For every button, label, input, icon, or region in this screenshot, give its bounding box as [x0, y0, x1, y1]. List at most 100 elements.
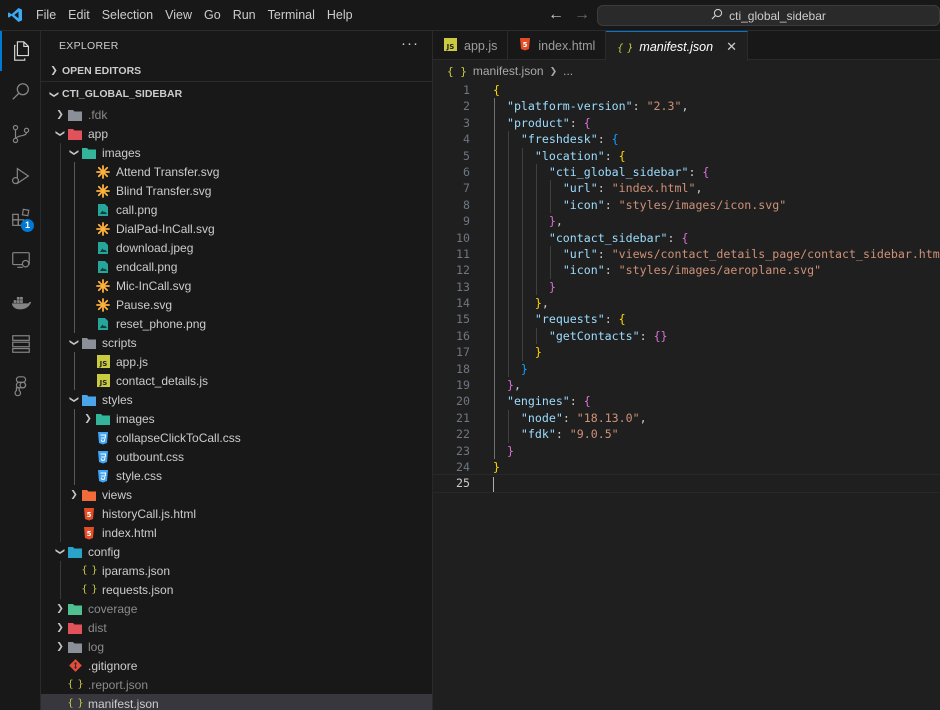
indent-guide — [74, 314, 75, 333]
code-token: { — [618, 312, 626, 327]
indent-guide — [74, 200, 75, 219]
code-token: "freshdesk" — [520, 132, 598, 147]
line-number: 25 — [456, 476, 470, 491]
explorer-icon[interactable] — [0, 31, 41, 71]
tab-app-js[interactable]: JS app.js — [433, 31, 509, 60]
tree-file[interactable]: DialPad-InCall.svg — [41, 219, 432, 238]
tab-label: app.js — [464, 38, 498, 53]
tree-file[interactable]: .gitignore — [41, 656, 432, 675]
code-line: 6 "cti_global_sidebar": { — [433, 164, 940, 180]
line-number: 7 — [463, 181, 470, 196]
tree-file[interactable]: call.png — [41, 200, 432, 219]
more-actions-icon[interactable]: ··· — [401, 35, 419, 52]
code-editor[interactable]: 1{2 "platform-version": "2.3", 3 "product… — [432, 82, 940, 493]
code-token: { — [583, 115, 591, 130]
tab-manifest-json[interactable]: { } manifest.json ✕ — [606, 31, 748, 61]
folder-gray-icon — [67, 107, 83, 123]
tree-folder[interactable]: ❯ app — [41, 124, 432, 143]
command-center-search[interactable]: cti_global_sidebar — [597, 5, 940, 26]
tree-file[interactable]: JS app.js — [41, 352, 432, 371]
tree-file[interactable]: { } manifest.json — [41, 694, 432, 710]
tree-file[interactable]: collapseClickToCall.css — [41, 428, 432, 447]
title-bar: File Edit Selection View Go Run Terminal Help ←… — [0, 0, 940, 31]
code-token: : — [569, 394, 584, 409]
menu-item-edit[interactable]: Edit — [62, 4, 96, 26]
tree-folder[interactable]: ❯ images — [41, 143, 432, 162]
tree-file[interactable]: Attend Transfer.svg — [41, 162, 432, 181]
docker-icon[interactable] — [0, 282, 41, 322]
search-icon[interactable] — [0, 72, 41, 112]
tree-file[interactable]: 5 index.html — [41, 523, 432, 542]
extensions-icon[interactable]: 1 — [0, 198, 41, 238]
tree-file[interactable]: download.jpeg — [41, 238, 432, 257]
code-token: "url" — [562, 181, 598, 196]
menu-item-terminal[interactable]: Terminal — [262, 4, 321, 26]
code-token: "icon" — [562, 197, 605, 212]
tree-file[interactable]: outbount.css — [41, 447, 432, 466]
json-file-icon: { } — [447, 64, 467, 78]
project-section[interactable]: ❯ CTI_GLOBAL_SIDEBAR — [41, 83, 432, 105]
code-line: 1{ — [433, 82, 940, 98]
tree-file[interactable]: reset_phone.png — [41, 314, 432, 333]
close-icon[interactable]: ✕ — [726, 39, 737, 55]
tree-folder[interactable]: ❯ images — [41, 409, 432, 428]
code-token: : — [555, 427, 570, 442]
css-icon — [95, 430, 111, 446]
tree-folder[interactable]: ❯ dist — [41, 618, 432, 637]
code-token: "views/contact_details_page/contact_side… — [611, 246, 940, 261]
breadcrumb-symbol[interactable]: ... — [563, 64, 573, 78]
indent-guide — [60, 580, 61, 599]
tree-file[interactable]: Blind Transfer.svg — [41, 181, 432, 200]
figma-icon[interactable] — [0, 366, 41, 406]
tree-folder[interactable]: ❯ coverage — [41, 599, 432, 618]
forward-arrow-icon[interactable]: → — [574, 6, 590, 24]
tree-item-label: style.css — [116, 468, 163, 483]
tree-file[interactable]: endcall.png — [41, 257, 432, 276]
source-control-icon[interactable] — [0, 114, 41, 154]
menu-item-view[interactable]: View — [159, 4, 198, 26]
code-token: } — [548, 214, 556, 229]
tree-folder[interactable]: ❯ .fdk — [41, 105, 432, 124]
menu-item-go[interactable]: Go — [198, 4, 227, 26]
line-number: 23 — [456, 443, 470, 458]
tree-item-label: index.html — [102, 525, 157, 540]
tree-file[interactable]: Mic-InCall.svg — [41, 276, 432, 295]
code-line: 10 "contact_sidebar": { — [433, 230, 940, 246]
tree-file[interactable]: Pause.svg — [41, 295, 432, 314]
tree-file[interactable]: { } .report.json — [41, 675, 432, 694]
extensions-badge: 1 — [21, 219, 34, 232]
tab-index-html[interactable]: 5 index.html — [508, 31, 607, 60]
code-token: : — [597, 132, 612, 147]
tree-folder[interactable]: ❯ log — [41, 637, 432, 656]
menu-item-selection[interactable]: Selection — [96, 4, 159, 26]
tree-folder[interactable]: ❯ config — [41, 542, 432, 561]
menu-item-run[interactable]: Run — [227, 4, 262, 26]
tree-item-label: iparams.json — [102, 563, 171, 578]
js-icon: JS — [95, 373, 111, 389]
open-editors-section[interactable]: ❯ OPEN EDITORS — [41, 60, 432, 82]
tree-item-label: styles — [102, 392, 133, 407]
tree-folder[interactable]: ❯ views — [41, 485, 432, 504]
code-text: "icon": "styles/images/icon.svg" — [493, 197, 786, 213]
tree-item-label: config — [88, 544, 121, 559]
tree-file[interactable]: { } requests.json — [41, 580, 432, 599]
back-arrow-icon[interactable]: ← — [548, 6, 564, 24]
run-debug-icon[interactable] — [0, 156, 41, 196]
code-token: : — [569, 115, 584, 130]
tree-file[interactable]: 5 historyCall.js.html — [41, 504, 432, 523]
tree-file[interactable]: JS contact_details.js — [41, 371, 432, 390]
chevron-right-icon: ❯ — [56, 622, 64, 632]
tree-file[interactable]: { } iparams.json — [41, 561, 432, 580]
menu-item-file[interactable]: File — [30, 4, 62, 26]
tree-item-label: contact_details.js — [116, 373, 209, 388]
tree-folder[interactable]: ❯ styles — [41, 390, 432, 409]
tree-folder[interactable]: ❯ scripts — [41, 333, 432, 352]
code-token: "icon" — [562, 263, 605, 278]
remote-explorer-icon[interactable] — [0, 240, 41, 280]
tree-file[interactable]: style.css — [41, 466, 432, 485]
breadcrumb-file[interactable]: manifest.json — [473, 64, 544, 78]
database-icon[interactable] — [0, 324, 41, 364]
code-token: , — [695, 181, 703, 196]
menu-item-help[interactable]: Help — [321, 4, 359, 26]
